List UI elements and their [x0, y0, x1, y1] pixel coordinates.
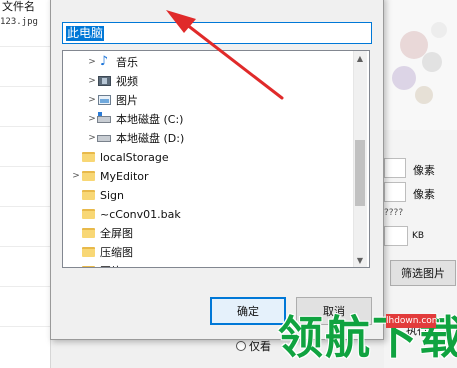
- drive-icon: [97, 132, 111, 144]
- floral-decoration-image: [392, 22, 447, 104]
- expand-arrow-icon[interactable]: >: [87, 114, 97, 124]
- folder-icon: [81, 208, 95, 220]
- folder-icon: [81, 246, 95, 258]
- radio-button[interactable]: [236, 341, 246, 351]
- decorative-banner: [384, 0, 457, 130]
- expand-arrow-icon[interactable]: >: [87, 133, 97, 143]
- folder-icon: [81, 227, 95, 239]
- tree-item-pictures[interactable]: > 图片: [87, 91, 138, 109]
- tree-item-label: Sign: [100, 188, 124, 202]
- row-divider: [0, 206, 50, 207]
- size-value-text[interactable]: ????: [384, 208, 403, 218]
- tree-item-compressed[interactable]: 压缩图: [71, 243, 133, 261]
- row-divider: [0, 246, 50, 247]
- width-input[interactable]: [384, 158, 406, 178]
- row-divider: [0, 46, 50, 47]
- tree-item-drive-c[interactable]: > 本地磁盘 (C:): [87, 110, 183, 128]
- tree-item-label: 视频: [116, 75, 138, 88]
- tree-item-drive-d[interactable]: > 本地磁盘 (D:): [87, 129, 184, 147]
- file-list-panel: [0, 0, 50, 368]
- tree-item-label: 本地磁盘 (C:): [116, 113, 184, 126]
- folder-tree[interactable]: > ♪ 音乐 > 视频 > 图片 > 本地磁盘 (C:) > 本地磁盘 (D:)…: [62, 50, 370, 268]
- folder-icon: [81, 170, 95, 182]
- tree-item-fullscreen[interactable]: 全屏图: [71, 224, 133, 242]
- tree-item-label: 压缩图: [100, 246, 133, 259]
- tree-item-music[interactable]: > ♪ 音乐: [87, 53, 138, 71]
- tree-item-label: 全屏图: [100, 227, 133, 240]
- row-divider: [0, 286, 50, 287]
- tree-item-videos[interactable]: > 视频: [87, 72, 138, 90]
- tree-item-label: 音乐: [116, 56, 138, 69]
- scroll-down-icon[interactable]: ▼: [353, 253, 367, 267]
- view-only-label: 仅看: [249, 340, 271, 353]
- scrollbar-thumb[interactable]: [355, 140, 365, 206]
- tree-item-localstorage[interactable]: localStorage: [71, 148, 169, 166]
- expand-arrow-icon[interactable]: >: [71, 171, 81, 181]
- view-only-option[interactable]: 仅看: [236, 338, 271, 354]
- row-divider: [0, 326, 50, 327]
- video-icon: [97, 75, 111, 87]
- tree-item-sign[interactable]: Sign: [71, 186, 124, 204]
- folder-icon: [81, 189, 95, 201]
- expand-arrow-icon[interactable]: >: [87, 57, 97, 67]
- ok-button[interactable]: 确定: [210, 297, 286, 325]
- pixel-unit-label: 像素: [413, 164, 435, 177]
- scroll-up-icon[interactable]: ▲: [353, 51, 367, 65]
- tree-item-label: 本地磁盘 (D:): [116, 132, 185, 145]
- filter-images-button[interactable]: 筛选图片: [390, 260, 456, 286]
- folder-path-selected-text: 此电脑: [66, 25, 105, 41]
- music-icon: ♪: [99, 54, 109, 69]
- folder-icon: [81, 151, 95, 163]
- row-divider: [0, 166, 50, 167]
- filesize-input[interactable]: [384, 226, 408, 246]
- pictures-icon: [97, 94, 111, 106]
- tree-item-label: 图片: [100, 263, 122, 267]
- row-divider: [0, 126, 50, 127]
- drive-c-icon: [97, 111, 111, 125]
- tree-item-label: ~cConv01.bak: [100, 207, 181, 221]
- tree-item-label: localStorage: [100, 150, 169, 164]
- folder-icon: [81, 265, 95, 267]
- tree-item-myeditor[interactable]: > MyEditor: [71, 167, 149, 185]
- expand-arrow-icon[interactable]: >: [87, 95, 97, 105]
- tree-item-cconv-bak[interactable]: ~cConv01.bak: [71, 205, 181, 223]
- watermark-site: lhdown.com: [386, 314, 441, 328]
- pixel-unit-label-2: 像素: [413, 188, 435, 201]
- tree-item-label: 图片: [116, 94, 138, 107]
- folder-path-input[interactable]: 此电脑: [62, 22, 372, 44]
- tree-item-pictures-folder[interactable]: 图片: [71, 262, 122, 267]
- row-divider: [0, 86, 50, 87]
- tree-item-label: MyEditor: [100, 169, 149, 183]
- height-input[interactable]: [384, 182, 406, 202]
- expand-arrow-icon[interactable]: >: [87, 76, 97, 86]
- file-list-item[interactable]: 123.jpg: [0, 14, 50, 30]
- filename-column-header[interactable]: 文件名: [0, 0, 52, 14]
- kb-unit-label: KB: [412, 231, 425, 241]
